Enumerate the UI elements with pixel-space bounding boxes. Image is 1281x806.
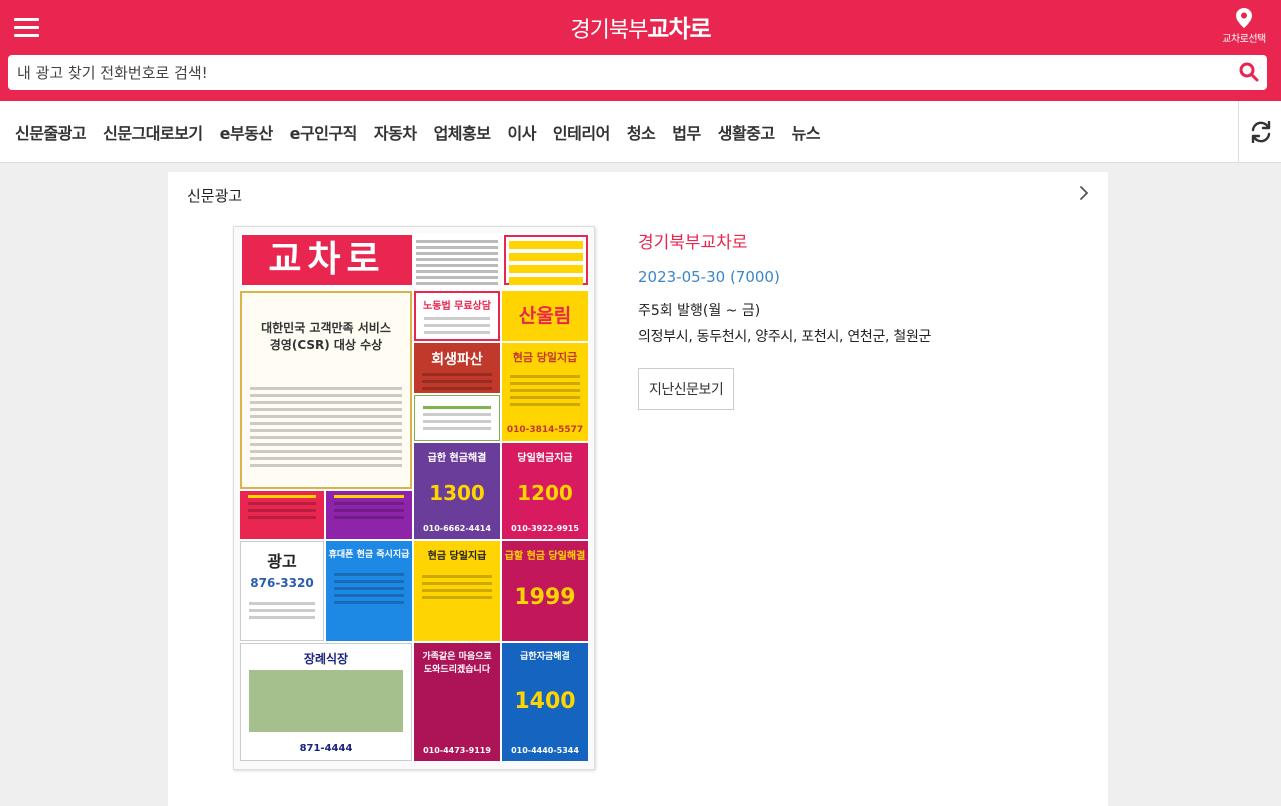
newspaper-page: 교차로 대한민국 고객만족 서비스 경영(CSR) 대상 수상 노동법 무료상담 xyxy=(240,233,588,761)
nav-item-jobs[interactable]: e구인구직 xyxy=(290,120,358,144)
search-input[interactable] xyxy=(8,55,1227,90)
ad-block-urgent-fund: 급한자금해결 1400 010-4440-5344 xyxy=(502,643,588,761)
top-bar: 경기북부교차로 교차로선택 xyxy=(0,0,1281,101)
ad-block-sanullim: 산울림 xyxy=(502,291,588,341)
coverage-areas: 의정부시, 동두천시, 양주시, 포천시, 연천군, 철원군 xyxy=(638,329,932,345)
ad-block-tree xyxy=(414,395,500,441)
nav-item-cars[interactable]: 자동차 xyxy=(374,120,417,144)
nav-item-used-goods[interactable]: 생활중고 xyxy=(718,120,775,144)
ad-block-ad-876: 광고 876-3320 xyxy=(240,541,324,641)
publish-schedule: 주5회 발행(월 ~ 금) xyxy=(638,303,761,319)
ad-block-phone-cash: 휴대폰 현금 즉시지급 xyxy=(326,541,412,641)
newspaper-ad-card: 신문광고 교차로 대한민국 고객만족 서비스 경영(CSR) 대상 수상 노동법… xyxy=(168,172,1108,806)
nav-item-newspaper-view[interactable]: 신문그대로보기 xyxy=(103,120,203,144)
site-logo[interactable]: 경기북부교차로 xyxy=(0,9,1281,44)
ad-block-family: 가족같은 마음으로 도와드리겠습니다 010-4473-9119 xyxy=(414,643,500,761)
ad-block-cash-2: 현금 당일지급 xyxy=(414,541,500,641)
refresh-button[interactable] xyxy=(1238,101,1281,162)
ad-block-1999: 급할 현금 당일해결 1999 xyxy=(502,541,588,641)
ad-block-funeral: 장례식장 871-4444 xyxy=(240,643,412,761)
refresh-icon xyxy=(1251,120,1270,143)
newspaper-name[interactable]: 경기북부교차로 xyxy=(638,228,931,253)
location-label: 교차로선택 xyxy=(1222,34,1266,45)
ad-block-urgent-cash: 급한 현금해결 1300 010-6662-4414 xyxy=(414,443,500,539)
newspaper-thumbnail[interactable]: 교차로 대한민국 고객만족 서비스 경영(CSR) 대상 수상 노동법 무료상담 xyxy=(233,226,595,770)
nav-item-cleaning[interactable]: 청소 xyxy=(627,120,656,144)
card-title: 신문광고 xyxy=(187,187,243,205)
search-bar xyxy=(8,55,1267,90)
ad-block-same-day-cash: 당일현금지급 1200 010-3922-9915 xyxy=(502,443,588,539)
ad-block-small-2 xyxy=(326,491,412,539)
ad-block-labor-law: 노동법 무료상담 xyxy=(414,291,500,341)
newspaper-info: 경기북부교차로 2023-05-30 (7000) 주5회 발행(월 ~ 금) … xyxy=(638,228,931,410)
ad-block-small-1 xyxy=(240,491,324,539)
logo-brand: 교차로 xyxy=(647,15,711,43)
search-icon[interactable] xyxy=(1239,62,1259,86)
ad-block-rehab: 회생파산 xyxy=(414,343,500,393)
masthead-title: 교차로 xyxy=(242,235,412,285)
newspaper-ads-grid: 대한민국 고객만족 서비스 경영(CSR) 대상 수상 노동법 무료상담 산울림… xyxy=(240,291,588,761)
location-select-button[interactable]: 교차로선택 xyxy=(1210,8,1278,45)
masthead-index xyxy=(416,237,498,285)
nav-item-business[interactable]: 업체홍보 xyxy=(434,120,491,144)
nav-item-real-estate[interactable]: e부동산 xyxy=(220,120,274,144)
category-nav: 신문줄광고 신문그대로보기 e부동산 e구인구직 자동차 업체홍보 이사 인테리… xyxy=(0,101,1281,163)
nav-item-news[interactable]: 뉴스 xyxy=(792,120,821,144)
past-issues-button[interactable]: 지난신문보기 xyxy=(638,368,735,410)
nav-items: 신문줄광고 신문그대로보기 e부동산 e구인구직 자동차 업체홍보 이사 인테리… xyxy=(15,101,837,162)
map-pin-icon xyxy=(1236,8,1252,28)
newspaper-masthead: 교차로 xyxy=(240,233,588,289)
nav-item-legal[interactable]: 법무 xyxy=(672,120,701,144)
nav-item-interior[interactable]: 인테리어 xyxy=(553,120,610,144)
ad-block-cash-1: 현금 당일지급 010-3814-5577 xyxy=(502,343,588,441)
nav-item-moving[interactable]: 이사 xyxy=(507,120,536,144)
nav-item-newspaper-classified[interactable]: 신문줄광고 xyxy=(15,120,87,144)
masthead-region-tag xyxy=(504,235,588,285)
logo-region: 경기북부 xyxy=(570,18,648,43)
ad-block-csr: 대한민국 고객만족 서비스 경영(CSR) 대상 수상 xyxy=(240,291,412,489)
issue-date[interactable]: 2023-05-30 (7000) xyxy=(638,268,931,286)
chevron-right-icon[interactable] xyxy=(1079,185,1089,205)
